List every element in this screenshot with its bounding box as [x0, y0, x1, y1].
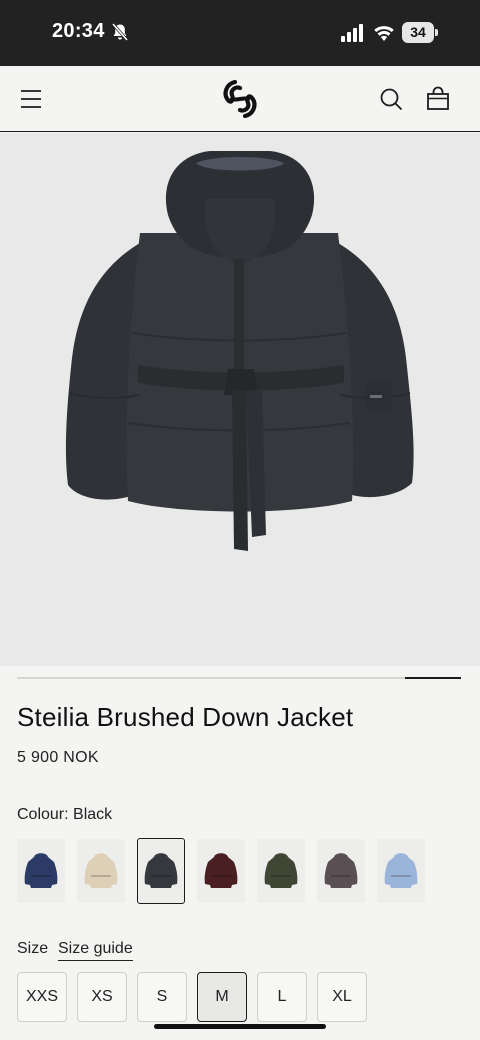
- colour-swatch[interactable]: [77, 839, 125, 903]
- colour-swatch[interactable]: [257, 839, 305, 903]
- jacket-thumbnail-icon: [144, 853, 178, 888]
- size-option-l[interactable]: L: [257, 972, 307, 1022]
- colour-swatch[interactable]: [377, 839, 425, 903]
- battery-tip: [435, 29, 438, 36]
- nav-bar: [0, 66, 480, 132]
- search-button[interactable]: [376, 84, 406, 114]
- size-option-xs[interactable]: XS: [77, 972, 127, 1022]
- colour-swatch[interactable]: [17, 839, 65, 903]
- menu-button[interactable]: [16, 84, 46, 114]
- colour-swatches: [17, 838, 437, 904]
- size-guide-link[interactable]: Size guide: [58, 940, 133, 961]
- colour-swatch[interactable]: [137, 838, 185, 904]
- colour-swatch[interactable]: [317, 839, 365, 903]
- colour-label: Colour: Black: [17, 806, 113, 823]
- jacket-thumbnail-icon: [24, 853, 58, 888]
- jacket-thumbnail-icon: [264, 853, 298, 888]
- bell-slash-icon: [111, 23, 129, 41]
- jacket-thumbnail-icon: [84, 853, 118, 888]
- jacket-thumbnail-icon: [204, 853, 238, 888]
- status-time: 20:34: [52, 20, 105, 42]
- colour-swatch[interactable]: [197, 839, 245, 903]
- size-option-xl[interactable]: XL: [317, 972, 367, 1022]
- product-image[interactable]: [0, 133, 480, 666]
- size-options: XXS XS S M L XL: [17, 972, 477, 1022]
- product-price: 5 900 NOK: [17, 749, 99, 766]
- gallery-progress: [17, 677, 461, 679]
- cellular-signal-icon: [341, 24, 363, 42]
- gallery-progress-indicator: [405, 677, 461, 679]
- product-title: Steilia Brushed Down Jacket: [17, 702, 354, 732]
- status-bar: 20:34 34: [0, 0, 480, 66]
- jacket-thumbnail-icon: [384, 853, 418, 888]
- wifi-icon: [374, 26, 394, 41]
- size-label: Size: [17, 940, 49, 957]
- shopping-bag-button[interactable]: [423, 84, 453, 114]
- battery-icon: 34: [402, 22, 438, 43]
- home-indicator[interactable]: [154, 1024, 326, 1029]
- menu-icon: [21, 90, 41, 108]
- size-option-xxs[interactable]: XXS: [17, 972, 67, 1022]
- shopping-bag-icon: [427, 86, 449, 110]
- size-option-s[interactable]: S: [137, 972, 187, 1022]
- size-option-m[interactable]: M: [197, 972, 247, 1022]
- search-icon: [380, 88, 402, 110]
- jacket-thumbnail-icon: [324, 853, 358, 888]
- jacket-photo: [65, 151, 414, 551]
- brand-logo[interactable]: [222, 80, 258, 118]
- battery-level: 34: [402, 22, 434, 43]
